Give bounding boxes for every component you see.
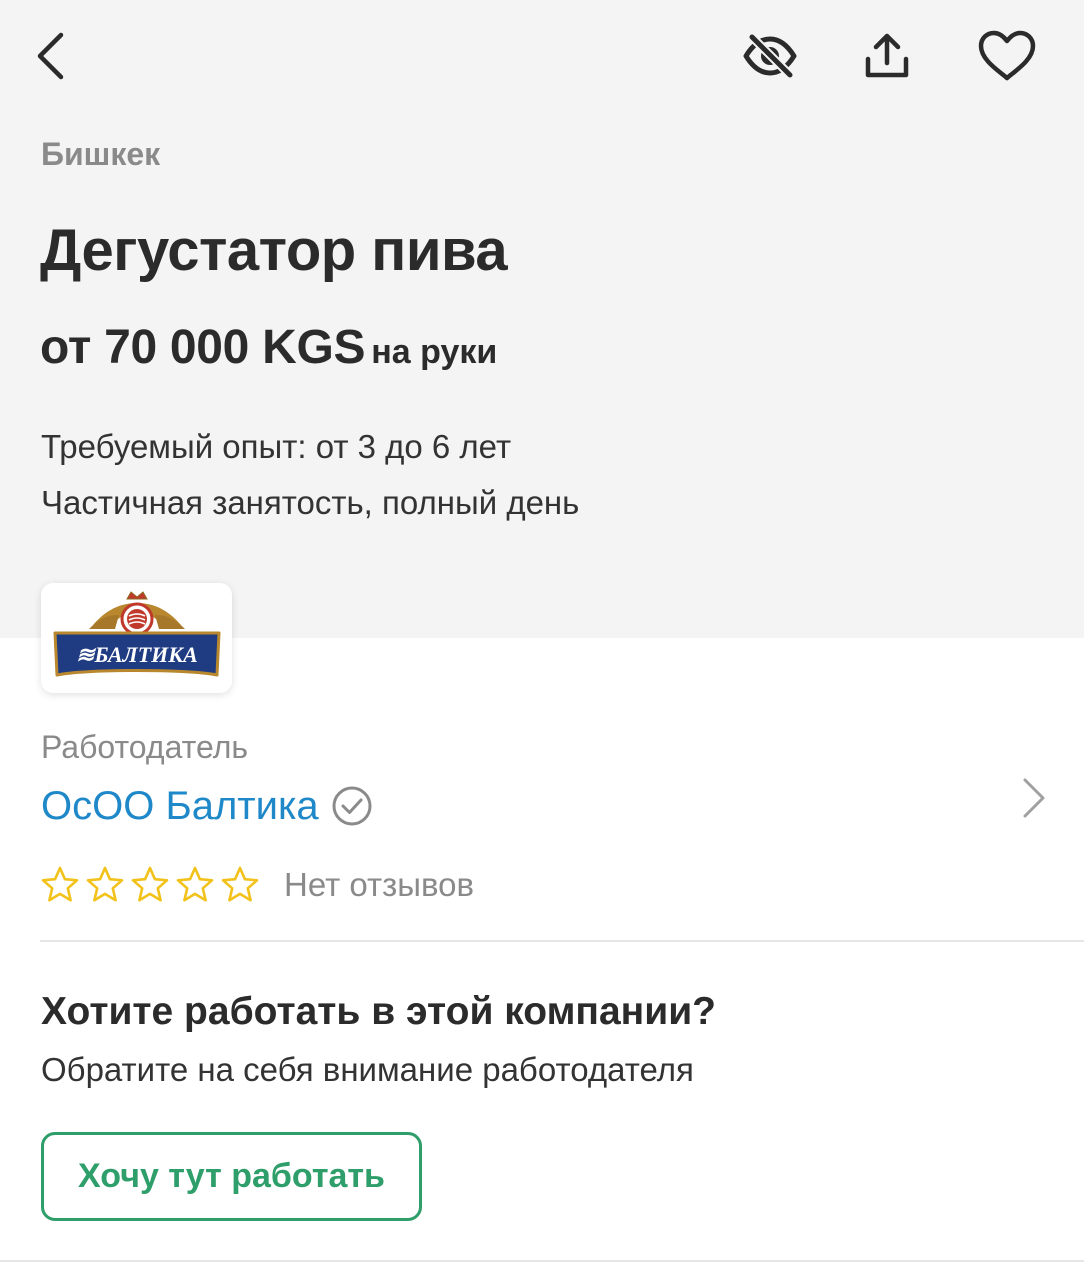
section-divider bbox=[40, 940, 1084, 942]
baltika-logo: ≋БАЛТИКА bbox=[53, 591, 220, 677]
company-logo[interactable]: ≋БАЛТИКА bbox=[41, 583, 232, 693]
vacancy-title: Дегустатор пива bbox=[40, 218, 508, 283]
bottom-divider bbox=[0, 1260, 1084, 1262]
experience-requirement: Требуемый опыт: от 3 до 6 лет bbox=[41, 428, 512, 465]
vacancy-salary: от 70 000 KGS на руки bbox=[40, 318, 497, 389]
chevron-left-icon bbox=[37, 32, 64, 80]
star-icon bbox=[131, 866, 169, 902]
star-icon bbox=[41, 866, 79, 902]
employment-type: Частичная занятость, полный день bbox=[41, 484, 580, 521]
reviews-count: Нет отзывов bbox=[284, 866, 475, 903]
favorite-button[interactable] bbox=[972, 26, 1042, 86]
employer-rating[interactable]: Нет отзывов bbox=[40, 860, 474, 910]
want-to-work-here-button[interactable]: Хочу тут работать bbox=[41, 1132, 422, 1221]
star-icon bbox=[221, 866, 259, 902]
salary-suffix: на руки bbox=[371, 333, 498, 371]
employer-label: Работодатель bbox=[41, 729, 249, 765]
share-button[interactable] bbox=[856, 26, 918, 86]
employer-name[interactable]: ОсОО Балтика bbox=[41, 782, 319, 830]
logo-text: ≋БАЛТИКА bbox=[76, 642, 198, 667]
eye-off-icon bbox=[743, 32, 797, 80]
back-button[interactable] bbox=[22, 26, 78, 86]
cta-title: Хотите работать в этой компании? bbox=[41, 990, 716, 1033]
vacancy-city: Бишкек bbox=[41, 136, 161, 172]
share-icon bbox=[865, 33, 909, 78]
hide-vacancy-button[interactable] bbox=[738, 26, 802, 86]
cta-subtitle: Обратите на себя внимание работодателя bbox=[41, 1051, 694, 1088]
star-icon bbox=[86, 866, 124, 902]
heart-outline-icon bbox=[978, 30, 1036, 81]
check-circle-icon bbox=[332, 786, 372, 826]
rating-stars bbox=[40, 865, 260, 905]
salary-amount: от 70 000 KGS bbox=[40, 321, 366, 374]
chevron-right-icon bbox=[1023, 778, 1045, 818]
employer-link[interactable]: ОсОО Балтика bbox=[0, 770, 1084, 842]
star-icon bbox=[176, 866, 214, 902]
